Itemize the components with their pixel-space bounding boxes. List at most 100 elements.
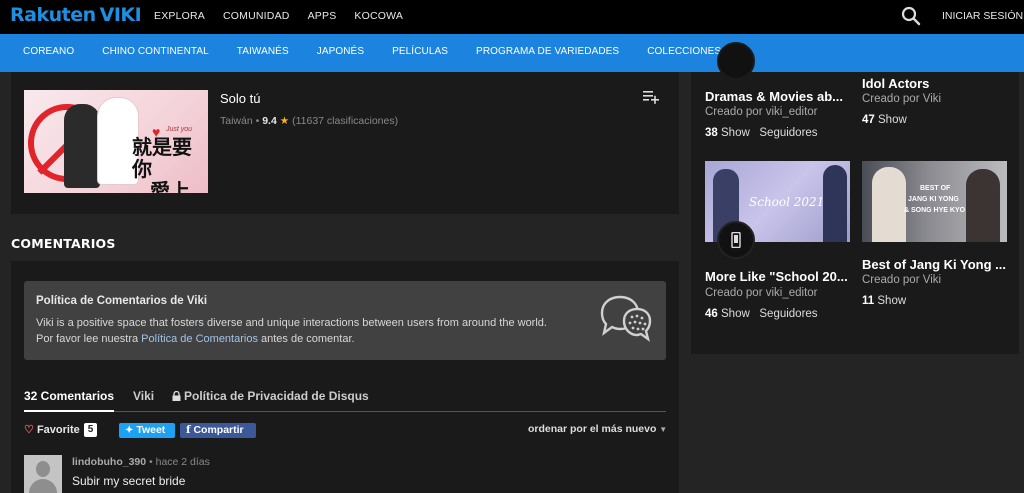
show-ratings-count: (11637 clasificaciones) — [292, 115, 399, 127]
collection-stats: 11 Show — [862, 295, 906, 307]
nav-kocowa[interactable]: KOCOWA — [354, 10, 403, 22]
collection-author: Creado por Viki — [862, 274, 942, 286]
collection-author: Creado por Viki — [862, 93, 942, 105]
category-colecciones[interactable]: COLECCIONES — [647, 46, 721, 57]
policy-text-2: Por favor lee nuestra Política de Coment… — [36, 333, 355, 345]
collection-avatar — [717, 42, 755, 80]
comment-text: Subir my secret bride — [72, 474, 186, 488]
collection-show-count: 11 — [862, 295, 875, 307]
thumb-text-3: & SONG HYE KYO — [904, 207, 966, 214]
show-country: Taiwán — [220, 115, 253, 127]
star-icon: ★ — [279, 115, 290, 127]
poster-title-line1: 就是要你 — [132, 135, 192, 181]
collection-show-label: Show — [877, 295, 907, 307]
share-button[interactable]: f Compartir — [180, 423, 256, 438]
collection-show-label: Show — [721, 308, 750, 320]
search-icon[interactable] — [901, 6, 921, 26]
sort-label: ordenar por el más nuevo — [528, 423, 657, 435]
poster-figure-groom — [64, 104, 100, 188]
collection-title[interactable]: More Like "School 20... — [705, 269, 848, 284]
thumb-title: School 2021 — [749, 195, 825, 209]
collection-show-count: 38 — [705, 127, 718, 139]
collection-show-label: Show — [721, 127, 750, 139]
collection-show-count: 47 — [862, 114, 875, 126]
logo[interactable]: Rakuten VIKI — [10, 4, 142, 26]
tab-privacy-label: Política de Privacidad de Disqus — [184, 389, 369, 403]
show-meta: Taiwán • 9.4 ★ (11637 clasificaciones) — [220, 115, 399, 127]
collection-stats: 46 Show Seguidores — [705, 308, 818, 320]
policy-text-2-pre: Por favor lee nuestra — [36, 333, 142, 345]
nav-explora[interactable]: EXPLORA — [154, 10, 205, 22]
category-variedades[interactable]: PROGRAMA DE VARIEDADES — [476, 46, 619, 57]
collection-show-label: Show — [878, 114, 907, 126]
comment-author-name[interactable]: lindobuho_390 — [72, 456, 146, 468]
thumb-figure-right — [823, 165, 847, 242]
comment-time[interactable]: hace 2 días — [156, 456, 210, 468]
favorite-label: Favorite — [36, 424, 80, 436]
facebook-icon: f — [186, 424, 191, 436]
tab-viki[interactable]: Viki — [133, 389, 154, 403]
tweet-label: Tweet — [136, 424, 166, 436]
comments-section-title: COMENTARIOS — [11, 236, 116, 251]
poster-title: 就是要你愛上我 — [132, 136, 208, 193]
avatar-head — [36, 461, 50, 477]
logo-main: Rakuten — [10, 4, 96, 26]
thumb-text-1: BEST OF — [920, 185, 951, 192]
collection-author: Creado por viki_editor — [705, 106, 818, 118]
sort-dropdown[interactable]: ordenar por el más nuevo ▼ — [528, 423, 667, 435]
thumb-figure-right — [966, 169, 1000, 242]
collection-title[interactable]: Best of Jang Ki Yong ... — [862, 257, 1006, 272]
logo-sub: VIKI — [99, 4, 142, 26]
collection-followers: Seguidores — [759, 127, 818, 139]
category-japones[interactable]: JAPONÉS — [317, 46, 364, 57]
collection-avatar — [717, 221, 755, 259]
top-bar: Rakuten VIKI EXPLORA COMUNIDAD APPS KOCOW… — [0, 0, 1024, 34]
lock-icon — [172, 391, 181, 401]
comments-policy-box: Política de Comentarios de Viki Viki is … — [24, 281, 666, 360]
collection-title[interactable]: Dramas & Movies ab... — [705, 89, 843, 104]
policy-link[interactable]: Política de Comentarios — [141, 333, 258, 345]
top-nav: EXPLORA COMUNIDAD APPS KOCOWA — [154, 10, 403, 22]
phone-icon — [731, 232, 741, 248]
thumb-text-2: JANG KI YONG — [908, 196, 959, 203]
collection-followers: Seguidores — [759, 308, 818, 320]
category-coreano[interactable]: COREANO — [23, 46, 74, 57]
collection-show-count: 46 — [705, 308, 718, 320]
show-poster[interactable]: ♥ Just you 就是要你愛上我 — [24, 90, 208, 193]
collection-author: Creado por viki_editor — [705, 287, 818, 299]
collection-thumbnail[interactable]: BEST OF JANG KI YONG & SONG HYE KYO — [862, 161, 1007, 242]
collection-title[interactable]: Idol Actors — [862, 76, 929, 91]
collection-stats: 38 Show Seguidores — [705, 127, 818, 139]
favorite-button[interactable]: ♡ Favorite — [24, 423, 80, 436]
nav-apps[interactable]: APPS — [308, 10, 337, 22]
avatar-body — [29, 479, 57, 493]
policy-title: Política de Comentarios de Viki — [36, 295, 208, 307]
category-peliculas[interactable]: PELÍCULAS — [392, 46, 448, 57]
show-title[interactable]: Solo tú — [220, 91, 260, 106]
tweet-button[interactable]: ✦ Tweet — [119, 423, 175, 438]
signin-link[interactable]: INICIAR SESIÓN — [942, 10, 1023, 22]
nav-comunidad[interactable]: COMUNIDAD — [223, 10, 290, 22]
share-label: Compartir — [193, 424, 244, 436]
policy-text-2-post: antes de comentar. — [257, 333, 355, 345]
category-taiwanes[interactable]: TAIWANÉS — [237, 46, 289, 57]
add-to-list-icon[interactable] — [642, 88, 660, 106]
speech-bubbles-icon — [600, 295, 652, 342]
avatar[interactable] — [24, 455, 62, 493]
disqus-tabs: 32 Comentarios Viki Política de Privacid… — [24, 388, 666, 412]
poster-small-text: Just you — [166, 126, 193, 133]
chevron-down-icon: ▼ — [659, 425, 668, 434]
comment-author: lindobuho_390 • hace 2 días — [72, 456, 210, 468]
favorite-count: 5 — [84, 423, 97, 437]
collection-stats: 47 Show — [862, 114, 907, 126]
show-rating: 9.4 — [262, 115, 277, 127]
poster-title-line2: 愛上我 — [150, 179, 190, 193]
tab-comments-count[interactable]: 32 Comentarios — [24, 389, 115, 412]
thumb-figure-left — [872, 167, 906, 242]
category-nav: COREANO CHINO CONTINENTAL TAIWANÉS JAPON… — [23, 46, 749, 57]
policy-text: Viki is a positive space that fosters di… — [36, 317, 547, 329]
category-chino[interactable]: CHINO CONTINENTAL — [102, 46, 209, 57]
tab-privacy[interactable]: Política de Privacidad de Disqus — [172, 389, 369, 403]
category-bar: COREANO CHINO CONTINENTAL TAIWANÉS JAPON… — [0, 34, 1024, 72]
twitter-icon: ✦ — [125, 425, 134, 436]
